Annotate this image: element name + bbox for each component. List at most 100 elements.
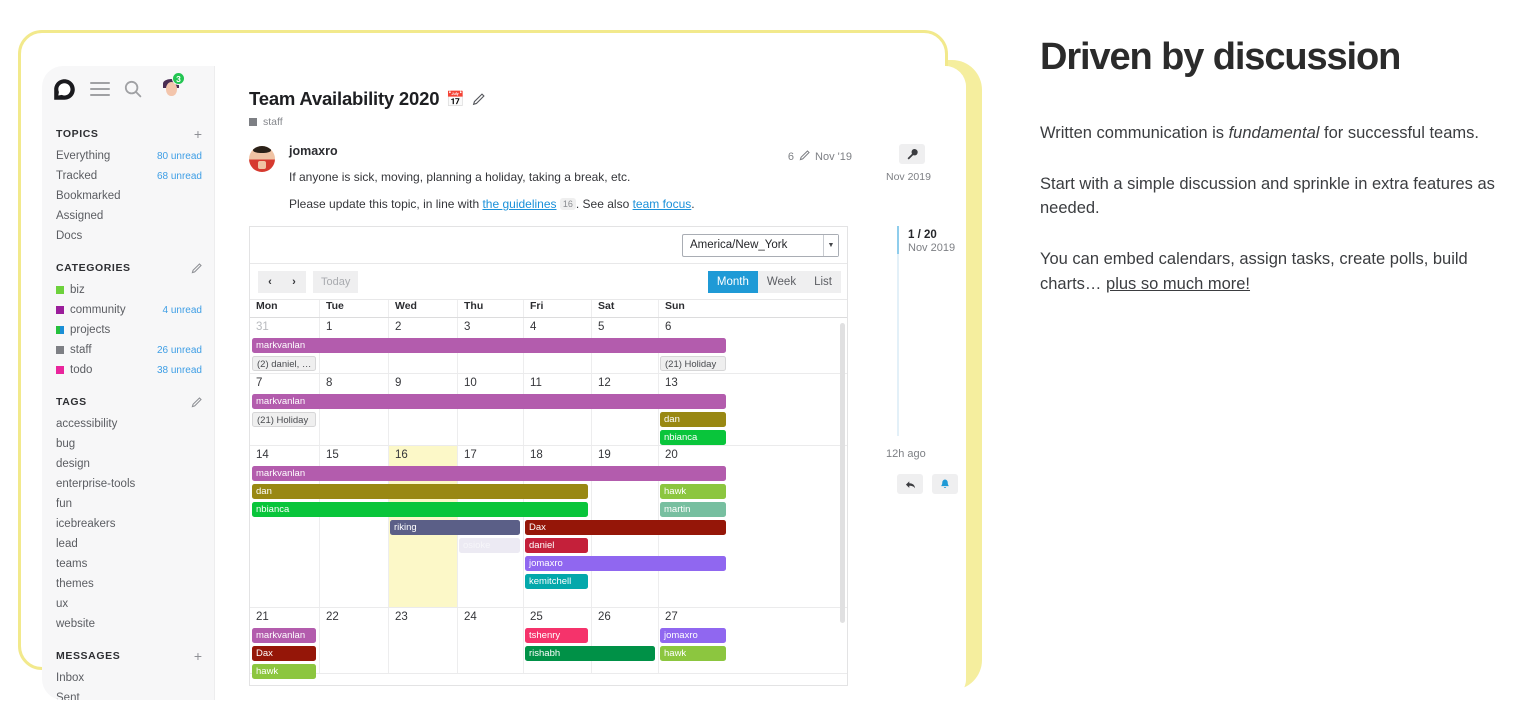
calendar-event[interactable]: dan xyxy=(252,484,588,500)
sidebar-item-projects[interactable]: projects xyxy=(42,320,214,340)
calendar-event[interactable]: nbianca xyxy=(660,430,726,446)
sidebar-item-icebreakers[interactable]: icebreakers xyxy=(42,514,214,534)
chevron-down-icon: ▼ xyxy=(823,234,838,256)
calendar-view-month[interactable]: Month xyxy=(707,270,758,293)
calendar-scrollbar[interactable] xyxy=(840,323,845,624)
sidebar-item-label-wrap: Inbox xyxy=(56,672,84,684)
calendar-day-cell[interactable]: 9 xyxy=(388,374,457,446)
sidebar-item-inbox[interactable]: Inbox xyxy=(42,668,214,688)
plus-so-much-more-link[interactable]: plus so much more! xyxy=(1106,275,1250,293)
category-label: staff xyxy=(263,116,283,128)
category-color-swatch xyxy=(56,346,64,354)
sidebar-item-accessibility[interactable]: accessibility xyxy=(42,414,214,434)
sidebar-item-label: biz xyxy=(70,284,85,296)
sidebar-item-teams[interactable]: teams xyxy=(42,554,214,574)
sidebar-item-tracked[interactable]: Tracked 68 unread xyxy=(42,166,214,186)
guidelines-link[interactable]: the guidelines xyxy=(482,197,556,211)
sidebar-item-assigned[interactable]: Assigned xyxy=(42,206,214,226)
calendar-event[interactable]: (21) Holiday xyxy=(660,356,726,372)
avatar[interactable]: 3 xyxy=(157,72,185,101)
calendar-event[interactable]: markvanlan xyxy=(252,628,316,644)
hamburger-menu-icon[interactable] xyxy=(90,82,110,96)
calendar-event[interactable]: martin xyxy=(660,502,726,518)
sidebar-item-bug[interactable]: bug xyxy=(42,434,214,454)
calendar-day-cell[interactable]: 23 xyxy=(388,608,457,674)
calendar-event[interactable]: jomaxro xyxy=(660,628,726,644)
calendar-event[interactable]: daniel xyxy=(525,538,588,554)
calendar-widget[interactable]: America/New_York ▼ ‹ › Today Month Week Li… xyxy=(249,226,848,687)
sidebar-item-design[interactable]: design xyxy=(42,454,214,474)
poster-avatar[interactable] xyxy=(249,146,275,172)
wrench-icon[interactable] xyxy=(899,144,925,164)
bell-icon[interactable] xyxy=(932,474,958,494)
plus-icon[interactable]: + xyxy=(194,649,202,663)
sidebar-item-community[interactable]: community 4 unread xyxy=(42,300,214,320)
calendar-event[interactable]: osioke xyxy=(459,538,520,554)
calendar-day-number: 25 xyxy=(530,611,543,624)
prev-month-button[interactable]: ‹ xyxy=(258,270,282,293)
calendar-event[interactable]: rishabh xyxy=(525,646,655,662)
calendar-event[interactable]: markvanlan xyxy=(252,394,726,410)
sidebar-section-title: CATEGORIES xyxy=(56,262,131,274)
calendar-day-cell[interactable]: 8 xyxy=(319,374,388,446)
reply-arrow-icon[interactable] xyxy=(897,474,923,494)
topic-category[interactable]: staff xyxy=(249,116,850,128)
sidebar-item-biz[interactable]: biz xyxy=(42,280,214,300)
edit-title-pencil-icon[interactable] xyxy=(472,92,485,106)
calendar-event[interactable]: kemitchell xyxy=(525,574,588,590)
sidebar-item-ux[interactable]: ux xyxy=(42,594,214,614)
calendar-day-cell[interactable]: 10 xyxy=(457,374,523,446)
calendar-event[interactable]: nbianca xyxy=(252,502,588,518)
post-edit-pencil-icon[interactable] xyxy=(799,150,810,164)
plus-icon[interactable]: + xyxy=(194,127,202,141)
sidebar-item-bookmarked[interactable]: Bookmarked xyxy=(42,186,214,206)
calendar-event[interactable]: riking xyxy=(390,520,520,536)
calendar-event[interactable]: (21) Holiday xyxy=(252,412,316,428)
sidebar-item-everything[interactable]: Everything 80 unread xyxy=(42,146,214,166)
sidebar-item-fun[interactable]: fun xyxy=(42,494,214,514)
sidebar-item-website[interactable]: website xyxy=(42,614,214,634)
calendar-event[interactable]: markvanlan xyxy=(252,338,726,354)
calendar-day-cell[interactable]: 24 xyxy=(457,608,523,674)
calendar-event[interactable]: markvanlan xyxy=(252,466,726,482)
calendar-event[interactable]: (2) daniel, … xyxy=(252,356,316,372)
calendar-day-cell[interactable]: 12 xyxy=(591,374,658,446)
calendar-event[interactable]: Dax xyxy=(252,646,316,662)
sidebar-item-sent[interactable]: Sent xyxy=(42,688,214,700)
discourse-logo-icon[interactable] xyxy=(52,77,77,102)
timeline-track[interactable] xyxy=(897,226,899,436)
calendar-view-list[interactable]: List xyxy=(805,271,841,293)
calendar-event[interactable]: jomaxro xyxy=(525,556,726,572)
calendar-day-cell[interactable]: 26 xyxy=(591,608,658,674)
search-icon[interactable] xyxy=(123,79,143,99)
next-month-button[interactable]: › xyxy=(282,270,306,293)
copy-heading: Driven by discussion xyxy=(1040,36,1401,78)
calendar-event[interactable]: Dax xyxy=(525,520,726,536)
today-button[interactable]: Today xyxy=(313,270,359,293)
sidebar-item-lead[interactable]: lead xyxy=(42,534,214,554)
sidebar-item-todo[interactable]: todo 38 unread xyxy=(42,360,214,380)
timezone-value: America/New_York xyxy=(690,239,788,252)
sidebar-item-enterprise-tools[interactable]: enterprise-tools xyxy=(42,474,214,494)
team-focus-link[interactable]: team focus xyxy=(633,197,692,211)
poster-username[interactable]: jomaxro xyxy=(289,144,850,158)
calendar-event[interactable]: hawk xyxy=(252,664,316,680)
calendar-day-cell[interactable]: 7 xyxy=(250,374,319,445)
sidebar-item-label-wrap: website xyxy=(56,618,95,630)
calendar-day-cell[interactable]: 22 xyxy=(319,608,388,674)
calendar-event[interactable]: hawk xyxy=(660,484,726,500)
sidebar-item-staff[interactable]: staff 26 unread xyxy=(42,340,214,360)
calendar-day-number: 12 xyxy=(598,377,611,390)
sidebar-item-docs[interactable]: Docs xyxy=(42,226,214,246)
sidebar-item-themes[interactable]: themes xyxy=(42,574,214,594)
calendar-event[interactable]: tshenry xyxy=(525,628,588,644)
calendar-view-week[interactable]: Week xyxy=(758,271,805,293)
sidebar-item-label: fun xyxy=(56,498,72,510)
pencil-icon[interactable] xyxy=(191,262,202,274)
timeline-current[interactable]: 1 / 20 Nov 2019 xyxy=(908,229,955,254)
timezone-select[interactable]: America/New_York ▼ xyxy=(682,233,839,257)
pencil-icon[interactable] xyxy=(191,396,202,408)
calendar-event[interactable]: dan xyxy=(660,412,726,428)
calendar-event[interactable]: hawk xyxy=(660,646,726,662)
calendar-day-cell[interactable]: 11 xyxy=(523,374,591,446)
